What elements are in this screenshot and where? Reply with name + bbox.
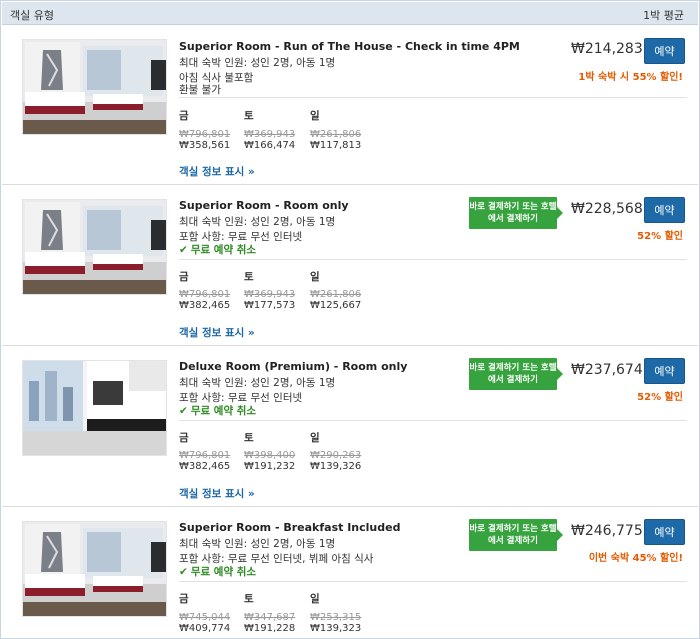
room-photo-image [23,522,166,616]
day-discount-price: ₩382,465 [179,461,231,472]
room-photo[interactable] [22,39,167,135]
room-photo-image [23,200,166,294]
room-price: ₩214,283 [571,41,643,57]
day-label-fri: 금 [179,432,189,444]
show-room-info-label: 객실 정보 표시 [179,327,245,339]
day-original-price: ₩261,806 [310,129,362,140]
day-original-price: ₩290,263 [310,450,362,461]
room-photo[interactable] [22,521,167,617]
check-icon: ✔ [179,405,188,417]
day-original-price: ₩369,943 [244,129,296,140]
day-original-price: ₩796,801 [179,450,231,461]
divider [179,97,687,98]
day-label-sat: 토 [244,593,254,605]
day-discount-price: ₩117,813 [310,140,362,151]
room-card: Superior Room - Room only 최대 숙박 인원: 성인 2… [2,186,698,346]
day-label-sun: 일 [310,593,320,605]
day-discount-price: ₩191,232 [244,461,296,472]
room-occupancy: 최대 숙박 인원: 성인 2명, 아동 1명 [179,538,336,550]
pay-option-badge: 바로 결제하기 또는 호텔에서 결제하기 [469,358,563,390]
free-cancellation: ✔ 무료 예약 취소 [179,242,256,257]
room-title[interactable]: Superior Room - Run of The House - Check… [179,40,520,53]
discount-promo: 52% 할인 [637,392,683,403]
day-original-price: ₩796,801 [179,289,231,300]
room-type-column-label: 객실 유형 [10,9,54,22]
show-room-info-link[interactable]: 객실 정보 표시 » [179,164,255,179]
room-title[interactable]: Superior Room - Room only [179,199,349,212]
room-occupancy: 최대 숙박 인원: 성인 2명, 아동 1명 [179,216,336,228]
day-discount-price: ₩409,774 [179,623,231,634]
day-original-price: ₩796,801 [179,129,231,140]
day-discount-price: ₩177,573 [244,300,296,311]
show-room-info-label: 객실 정보 표시 [179,166,245,178]
day-discount-price: ₩358,561 [179,140,231,151]
free-cancellation: ✔ 무료 예약 취소 [179,403,256,418]
show-room-info-label: 객실 정보 표시 [179,488,245,500]
day-original-price: ₩745,044 [179,612,231,623]
room-title[interactable]: Deluxe Room (Premium) - Room only [179,360,407,373]
pay-option-badge: 바로 결제하기 또는 호텔에서 결제하기 [469,519,563,551]
day-original-price: ₩261,806 [310,289,362,300]
room-price: ₩237,674 [571,362,643,378]
day-discount-price: ₩125,667 [310,300,362,311]
day-label-fri: 금 [179,593,189,605]
day-label-fri: 금 [179,110,189,122]
day-label-sun: 일 [310,271,320,283]
day-discount-price: ₩166,474 [244,140,296,151]
discount-promo: 이번 숙박 45% 할인! [588,553,683,564]
double-chevron-down-icon: » [244,166,255,178]
day-label-fri: 금 [179,271,189,283]
room-card: Superior Room - Breakfast Included 최대 숙박… [2,508,698,638]
show-room-info-link[interactable]: 객실 정보 표시 » [179,486,255,501]
day-discount-price: ₩382,465 [179,300,231,311]
day-label-sun: 일 [310,110,320,122]
discount-promo: 52% 할인 [637,231,683,242]
day-original-price: ₩253,315 [310,612,362,623]
day-discount-price: ₩139,323 [310,623,362,634]
room-photo[interactable] [22,360,167,456]
free-cancellation: ✔ 무료 예약 취소 [179,564,256,579]
day-original-price: ₩398,400 [244,450,296,461]
day-label-sun: 일 [310,432,320,444]
pay-option-badge: 바로 결제하기 또는 호텔에서 결제하기 [469,197,563,229]
room-refund-info: 환불 불가 [179,84,221,96]
room-list-panel: 객실 유형 1박 평균 Superior Room - Run of The H… [0,0,700,639]
check-icon: ✔ [179,566,188,578]
room-photo-image [23,40,166,134]
day-label-sat: 토 [244,271,254,283]
book-button[interactable]: 예약 [644,358,685,384]
room-photo-image [23,361,166,455]
double-chevron-down-icon: » [244,488,255,500]
free-cancellation-label: 무료 예약 취소 [190,405,257,417]
divider [179,420,687,421]
room-price: ₩246,775 [571,523,643,539]
room-occupancy: 최대 숙박 인원: 성인 2명, 아동 1명 [179,57,336,69]
room-card: Deluxe Room (Premium) - Room only 최대 숙박 … [2,347,698,507]
nightly-average-column-label: 1박 평균 [643,9,684,22]
room-photo[interactable] [22,199,167,295]
room-occupancy: 최대 숙박 인원: 성인 2명, 아동 1명 [179,377,336,389]
book-button[interactable]: 예약 [644,519,685,545]
room-card: Superior Room - Run of The House - Check… [2,26,698,185]
room-title[interactable]: Superior Room - Breakfast Included [179,521,400,534]
discount-promo: 1박 숙박 시 55% 할인! [578,72,683,83]
divider [179,259,687,260]
room-list-header: 객실 유형 1박 평균 [2,2,698,25]
free-cancellation-label: 무료 예약 취소 [190,244,257,256]
day-original-price: ₩347,687 [244,612,296,623]
book-button[interactable]: 예약 [644,197,685,223]
divider [179,581,687,582]
day-discount-price: ₩191,228 [244,623,296,634]
free-cancellation-label: 무료 예약 취소 [190,566,257,578]
day-original-price: ₩369,943 [244,289,296,300]
room-price: ₩228,568 [571,201,643,217]
day-label-sat: 토 [244,432,254,444]
show-room-info-link[interactable]: 객실 정보 표시 » [179,325,255,340]
check-icon: ✔ [179,244,188,256]
double-chevron-down-icon: » [244,327,255,339]
day-discount-price: ₩139,326 [310,461,362,472]
book-button[interactable]: 예약 [644,38,685,64]
day-label-sat: 토 [244,110,254,122]
